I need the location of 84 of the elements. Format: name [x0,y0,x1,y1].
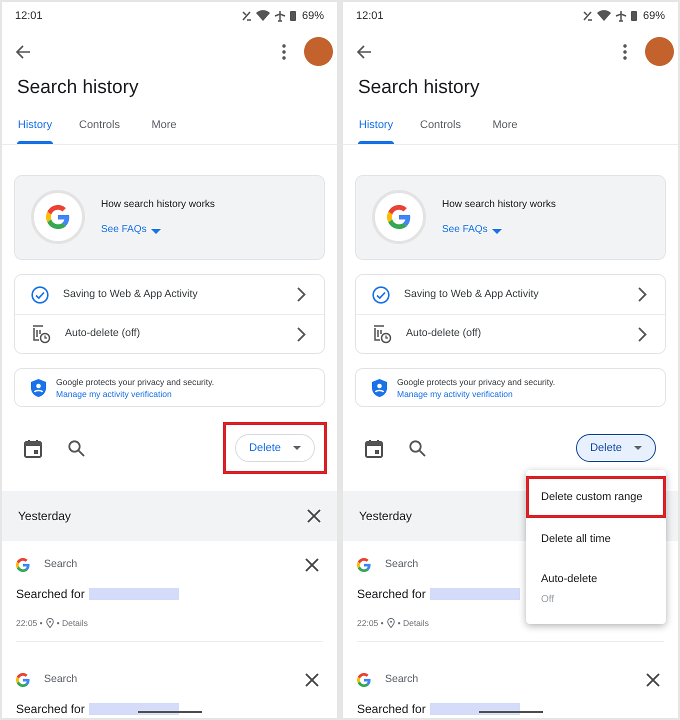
status-icons-drawing [242,10,296,22]
search-icon[interactable] [409,440,426,457]
settings-label: Auto-delete (off) [406,326,482,342]
section-label: Yesterday [18,508,71,525]
page-title: Search history [16,76,140,100]
calendar-icon[interactable] [365,438,383,458]
settings-label: Auto-delete (off) [65,326,142,342]
see-faqs-link[interactable]: See FAQs [442,222,556,238]
search-entry-text: Searched for [16,701,85,718]
google-logo-icon [46,205,70,230]
chevron-right-icon[interactable] [638,326,647,342]
google-logo-icon [387,205,411,230]
tab[interactable]: More [486,114,523,144]
tab[interactable]: Controls [420,114,461,144]
shield-person-icon [31,378,46,397]
chevron-right-icon[interactable] [297,287,306,302]
google-logo-icon [357,673,371,688]
tab[interactable]: History [358,114,394,144]
settings-row[interactable]: Saving to Web & App Activity [15,275,324,314]
search-icon[interactable] [68,440,85,457]
more-menu-icon[interactable] [282,44,286,60]
page-title: Search history [357,76,480,100]
close-icon[interactable] [646,673,660,688]
check-circle-icon [372,286,390,304]
menu-item[interactable]: Delete custom range [526,476,666,518]
source-label: Search [385,556,420,572]
status-time: 12:01 [356,8,384,24]
location-pin-icon [386,618,395,628]
back-arrow-icon[interactable] [15,44,31,60]
entry-time: 22:05 • [16,616,43,630]
verification-link[interactable]: Manage my activity verification [56,388,214,400]
check-circle-icon [31,286,49,304]
source-label: Search [385,672,420,688]
settings-row[interactable]: Saving to Web & App Activity [356,275,665,314]
trash-clock-icon [372,324,392,344]
search-entry-text: Searched for [16,586,85,603]
settings-label: Saving to Web & App Activity [63,286,199,302]
settings-label: Saving to Web & App Activity [404,286,540,302]
home-indicator [478,711,542,713]
menu-item[interactable]: Delete all time [526,518,666,560]
delete-button[interactable]: Delete [235,434,315,462]
privacy-text: Google protects your privacy and security. [397,376,556,388]
details-link[interactable]: • Details [56,616,88,630]
chevron-right-icon[interactable] [297,326,306,342]
settings-row[interactable]: Auto-delete (off) [15,314,324,354]
back-arrow-icon[interactable] [356,44,372,60]
calendar-icon[interactable] [24,438,42,458]
see-faqs-link[interactable]: See FAQs [101,222,215,238]
location-pin-icon [46,618,54,628]
delete-button[interactable]: Delete [576,434,656,462]
shield-person-icon [372,378,387,397]
source-label: Search [44,672,78,688]
menu-item-subtitle: Off [541,592,556,607]
verification-link[interactable]: Manage my activity verification [397,388,556,400]
trash-clock-icon [31,324,51,344]
google-logo-icon [16,673,30,688]
tab[interactable]: History [17,114,53,144]
status-icons-drawing [582,10,637,22]
details-link[interactable]: • Details [398,616,429,630]
close-icon[interactable] [307,508,321,523]
google-logo-icon [357,558,371,572]
avatar[interactable] [645,37,674,66]
entry-time: 22:05 • [357,616,384,630]
section-label: Yesterday [359,508,412,525]
card-title: How search history works [442,198,556,212]
close-icon[interactable] [305,673,319,688]
privacy-text: Google protects your privacy and security. [56,376,214,388]
status-time: 12:01 [15,8,43,24]
google-logo-icon [16,558,30,572]
menu-item[interactable]: Auto-delete Off [526,560,666,618]
tab[interactable]: Controls [79,114,120,144]
more-menu-icon[interactable] [623,44,627,60]
battery-percent: 69% [642,8,665,24]
settings-row[interactable]: Auto-delete (off) [356,314,665,354]
chevron-right-icon[interactable] [638,287,647,302]
tab[interactable]: More [146,114,182,144]
avatar[interactable] [304,37,333,66]
battery-percent: 69% [302,8,324,24]
close-icon[interactable] [305,558,319,572]
home-indicator [138,711,202,713]
card-title: How search history works [101,198,215,212]
search-entry-text: Searched for [357,586,426,603]
search-entry-text: Searched for [357,701,426,718]
source-label: Search [44,556,78,572]
